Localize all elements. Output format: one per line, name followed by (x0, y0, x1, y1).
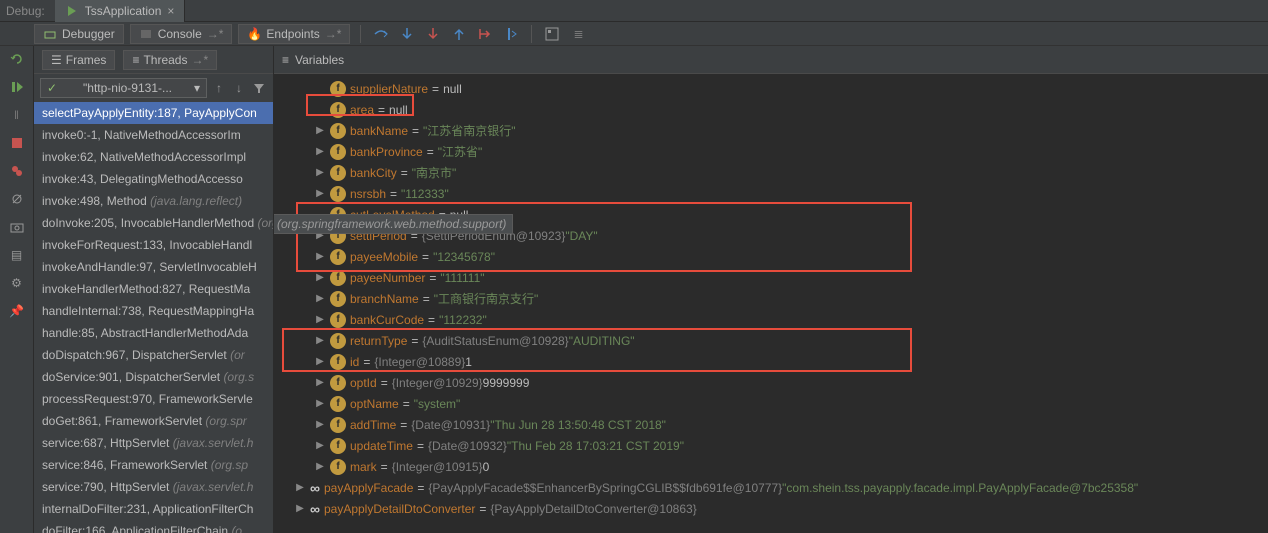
stack-frame[interactable]: doGet:861, FrameworkServlet (org.spr (34, 410, 273, 432)
stack-frame[interactable]: doInvoke:205, InvocableHandlerMethod (or… (34, 212, 273, 234)
tooltip: (org.springframework.web.method.support) (274, 214, 513, 234)
stack-frame[interactable]: invokeHandlerMethod:827, RequestMa (34, 278, 273, 300)
variables-title: Variables (295, 53, 344, 67)
endpoints-ext: →* (325, 27, 342, 41)
variable-row[interactable]: ▶fbranchName = "工商银行南京支行" (274, 288, 1268, 309)
threads-ext: →* (191, 53, 208, 67)
debugger-tab[interactable]: Debugger (34, 24, 124, 44)
step-out-icon[interactable] (449, 24, 469, 44)
camera-icon[interactable] (8, 218, 26, 236)
variable-row[interactable]: ▶freturnType = {AuditStatusEnum@10928} "… (274, 330, 1268, 351)
pause-icon[interactable]: ‖ (8, 106, 26, 124)
console-tab[interactable]: Console →* (130, 24, 233, 44)
debug-label: Debug: (6, 4, 45, 18)
stack-frame[interactable]: invokeForRequest:133, InvocableHandl (34, 234, 273, 256)
thread-selector[interactable]: "http-nio-9131-... ▾ (40, 78, 207, 98)
next-frame-icon[interactable]: ↓ (231, 80, 247, 96)
stack-frame[interactable]: invokeAndHandle:97, ServletInvocableH (34, 256, 273, 278)
step-over-icon[interactable] (371, 24, 391, 44)
variable-row[interactable]: ▶∞payApplyDetailDtoConverter = {PayApply… (274, 498, 1268, 519)
app-tab[interactable]: TssApplication × (55, 0, 186, 22)
top-tabs-bar: Debug: TssApplication × (0, 0, 1268, 22)
chevron-down-icon: ▾ (194, 81, 200, 95)
left-gutter: ‖ ▤ ⚙ 📌 (0, 46, 34, 533)
threads-tab[interactable]: ≡Threads→* (123, 50, 217, 70)
variables-list[interactable]: (org.springframework.web.method.support)… (274, 74, 1268, 533)
resume-icon[interactable] (8, 78, 26, 96)
stack-frame[interactable]: internalDoFilter:231, ApplicationFilterC… (34, 498, 273, 520)
stack-frame[interactable]: doService:901, DispatcherServlet (org.s (34, 366, 273, 388)
variables-pane: ≡ Variables (org.springframework.web.met… (274, 46, 1268, 533)
variable-row[interactable]: ▶fbankName = "江苏省南京银行" (274, 120, 1268, 141)
main-area: ‖ ▤ ⚙ 📌 ☰Frames ≡Threads→* "http-nio-913… (0, 46, 1268, 533)
frames-tab[interactable]: ☰Frames (42, 50, 115, 70)
variable-row[interactable]: farea = null (274, 99, 1268, 120)
stack-frame[interactable]: invoke:43, DelegatingMethodAccesso (34, 168, 273, 190)
run-to-cursor-icon[interactable] (501, 24, 521, 44)
console-ext: →* (207, 27, 224, 41)
variable-row[interactable]: fsupplierNature = null (274, 78, 1268, 99)
stack-frame[interactable]: processRequest:970, FrameworkServle (34, 388, 273, 410)
console-label: Console (158, 27, 202, 41)
variable-row[interactable]: ▶fbankCity = "南京市" (274, 162, 1268, 183)
step-into-icon[interactable] (397, 24, 417, 44)
threads-tab-label: Threads (143, 53, 187, 67)
frames-pane: ☰Frames ≡Threads→* "http-nio-9131-... ▾ … (34, 46, 274, 533)
frames-header: ☰Frames ≡Threads→* (34, 46, 273, 74)
pin-icon[interactable]: 📌 (8, 302, 26, 320)
stack-frame[interactable]: handleInternal:738, RequestMappingHa (34, 300, 273, 322)
thread-name: "http-nio-9131-... (83, 81, 172, 95)
stop-icon[interactable] (8, 134, 26, 152)
variables-header: ≡ Variables (274, 46, 1268, 74)
breakpoints-icon[interactable] (8, 162, 26, 180)
stack-frame[interactable]: doFilter:166, ApplicationFilterChain (o (34, 520, 273, 533)
debugger-label: Debugger (62, 27, 115, 41)
endpoints-icon: 🔥 (247, 27, 261, 41)
prev-frame-icon[interactable]: ↑ (211, 80, 227, 96)
variable-row[interactable]: ▶fnsrsbh = "112333" (274, 183, 1268, 204)
stack-frame[interactable]: handle:85, AbstractHandlerMethodAda (34, 322, 273, 344)
filter-icon[interactable] (251, 80, 267, 96)
variable-row[interactable]: ▶∞payApplyFacade = {PayApplyFacade$$Enha… (274, 477, 1268, 498)
stack-frame[interactable]: doDispatch:967, DispatcherServlet (or (34, 344, 273, 366)
stack-frame[interactable]: service:687, HttpServlet (javax.servlet.… (34, 432, 273, 454)
thread-bar: "http-nio-9131-... ▾ ↑ ↓ (34, 74, 273, 102)
drop-frame-icon[interactable] (475, 24, 495, 44)
endpoints-tab[interactable]: 🔥 Endpoints →* (238, 24, 350, 44)
evaluate-icon[interactable] (542, 24, 562, 44)
settings-icon[interactable]: ⚙ (8, 274, 26, 292)
variable-row[interactable]: ▶fmark = {Integer@10915} 0 (274, 456, 1268, 477)
stack-frame[interactable]: selectPayApplyEntity:187, PayApplyCon (34, 102, 273, 124)
rerun-icon[interactable] (8, 50, 26, 68)
trace-icon[interactable]: ≣ (568, 24, 588, 44)
variable-row[interactable]: ▶fpayeeMobile = "12345678" (274, 246, 1268, 267)
layout-icon[interactable]: ▤ (8, 246, 26, 264)
frames-list[interactable]: selectPayApplyEntity:187, PayApplyConinv… (34, 102, 273, 533)
variable-row[interactable]: ▶faddTime = {Date@10931} "Thu Jun 28 13:… (274, 414, 1268, 435)
mute-icon[interactable] (8, 190, 26, 208)
frames-tab-label: Frames (66, 53, 107, 67)
variable-row[interactable]: ▶foptId = {Integer@10929} 9999999 (274, 372, 1268, 393)
stack-frame[interactable]: invoke:62, NativeMethodAccessorImpl (34, 146, 273, 168)
force-step-into-icon[interactable] (423, 24, 443, 44)
console-icon (139, 27, 153, 41)
debug-toolbar: Debugger Console →* 🔥 Endpoints →* ≣ (0, 22, 1268, 46)
variable-row[interactable]: ▶fbankCurCode = "112232" (274, 309, 1268, 330)
app-tab-label: TssApplication (85, 4, 162, 18)
stack-frame[interactable]: service:790, HttpServlet (javax.servlet.… (34, 476, 273, 498)
separator (360, 25, 361, 43)
stack-frame[interactable]: invoke0:-1, NativeMethodAccessorIm (34, 124, 273, 146)
stack-frame[interactable]: invoke:498, Method (java.lang.reflect) (34, 190, 273, 212)
variable-row[interactable]: ▶fbankProvince = "江苏省" (274, 141, 1268, 162)
variable-row[interactable]: ▶foptName = "system" (274, 393, 1268, 414)
close-icon[interactable]: × (167, 4, 174, 18)
variable-row[interactable]: ▶fpayeeNumber = "111111" (274, 267, 1268, 288)
separator (531, 25, 532, 43)
variable-row[interactable]: ▶fid = {Integer@10889} 1 (274, 351, 1268, 372)
endpoints-label: Endpoints (266, 27, 319, 41)
debugger-icon (43, 27, 57, 41)
variable-row[interactable]: ▶fupdateTime = {Date@10932} "Thu Feb 28 … (274, 435, 1268, 456)
run-icon (65, 4, 79, 18)
stack-frame[interactable]: service:846, FrameworkServlet (org.sp (34, 454, 273, 476)
